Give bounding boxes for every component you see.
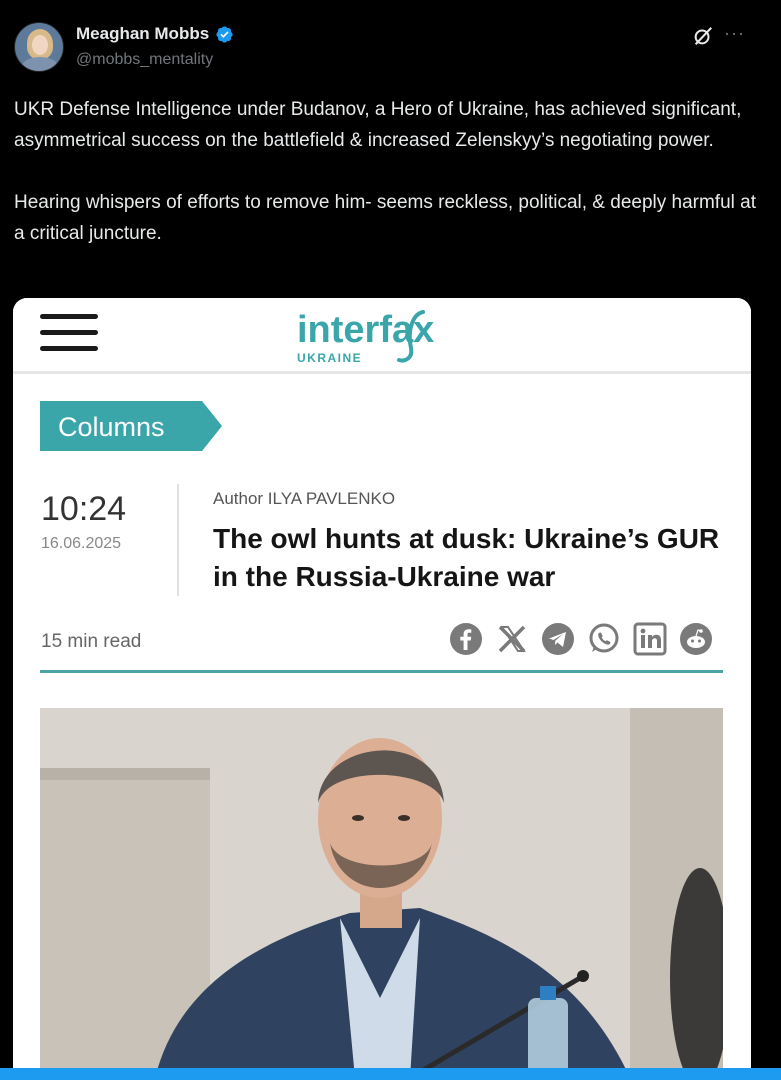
x-icon xyxy=(498,625,526,653)
verified-badge-icon xyxy=(216,25,233,43)
telegram-icon xyxy=(542,623,574,655)
tweet-paragraph: Hearing whispers of efforts to remove hi… xyxy=(14,192,757,244)
article-photo xyxy=(40,708,723,1078)
logo-main-text: interfax xyxy=(297,309,434,351)
whatsapp-icon xyxy=(589,623,619,653)
handle[interactable]: @mobbs_mentality xyxy=(76,51,213,69)
author-name-row[interactable]: Meaghan Mobbs xyxy=(76,24,234,44)
display-name[interactable]: Meaghan Mobbs xyxy=(76,24,209,44)
article-headline: The owl hunts at dusk: Ukraine’s GUR in … xyxy=(213,523,720,592)
interfax-logo: interfax UKRAINE xyxy=(297,309,434,365)
site-header: interfax UKRAINE xyxy=(13,298,751,374)
tweet-paragraph: UKR Defense Intelligence under Budanov, … xyxy=(14,99,742,151)
grok-icon[interactable] xyxy=(692,25,714,47)
embedded-image-card[interactable]: interfax UKRAINE Columns 10:24 16.06.202… xyxy=(13,298,751,1080)
bottom-accent-bar xyxy=(0,1068,781,1080)
tweet-text: UKR Defense Intelligence under Budanov, … xyxy=(14,94,764,280)
read-time: 15 min read xyxy=(41,631,142,652)
section-tag: Columns xyxy=(40,401,222,451)
avatar[interactable] xyxy=(14,22,64,72)
article-author: Author ILYA PAVLENKO xyxy=(213,489,396,508)
share-icons xyxy=(448,621,714,657)
logo-sub-text: UKRAINE xyxy=(297,351,362,365)
menu-icon xyxy=(40,312,98,354)
teal-rule xyxy=(40,670,723,673)
facebook-icon xyxy=(450,623,482,655)
tweet: Meaghan Mobbs @mobbs_mentality ··· UKR D… xyxy=(0,0,781,1080)
publish-time-block: 10:24 16.06.2025 xyxy=(41,490,126,553)
linkedin-icon xyxy=(633,622,667,656)
section-tag-label: Columns xyxy=(58,412,165,442)
publish-time: 10:24 xyxy=(41,490,127,528)
publish-date: 16.06.2025 xyxy=(41,535,122,552)
more-options-icon[interactable]: ··· xyxy=(724,23,750,43)
reddit-icon xyxy=(680,623,712,655)
vertical-divider xyxy=(177,484,179,596)
